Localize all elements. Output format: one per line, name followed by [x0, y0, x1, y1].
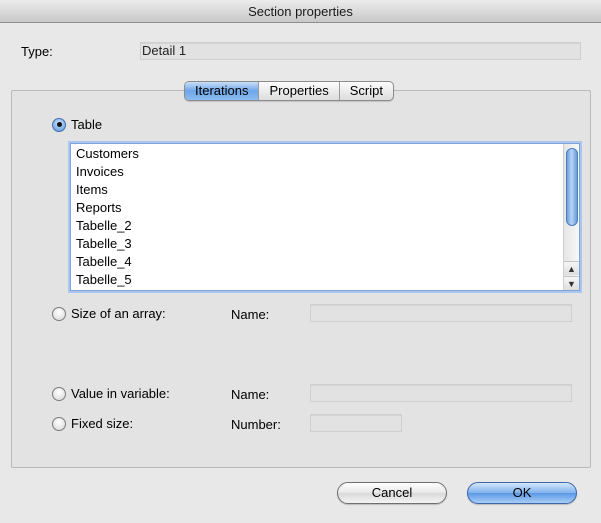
ok-button[interactable]: OK [467, 482, 577, 504]
tab-bar: Iterations Properties Script [184, 81, 394, 101]
array-radio-button[interactable] [52, 306, 66, 321]
list-item[interactable]: Items [71, 181, 563, 199]
cancel-button[interactable]: Cancel [337, 482, 447, 504]
tab-iterations[interactable]: Iterations [185, 82, 259, 100]
variable-radio-label: Value in variable: [71, 386, 170, 401]
array-name-label: Name: [231, 307, 270, 322]
table-radio-button[interactable] [52, 117, 66, 132]
scroll-down-arrow-icon[interactable]: ▼ [564, 276, 579, 290]
list-item[interactable]: Invoices [71, 163, 563, 181]
scroll-up-arrow-icon[interactable]: ▲ [564, 261, 579, 275]
list-scrollbar[interactable]: ▲ ▼ [563, 144, 579, 290]
list-item[interactable]: Tabelle_5 [71, 271, 563, 289]
fixed-size-radio-option[interactable]: Fixed size: [52, 416, 133, 431]
type-field: Detail 1 [140, 42, 581, 60]
variable-radio-button[interactable] [52, 386, 66, 401]
window-title: Section properties [248, 4, 353, 19]
array-radio-label: Size of an array: [71, 306, 166, 321]
table-list-items: Customers Invoices Items Reports Tabelle… [71, 144, 563, 290]
list-item[interactable]: Tabelle_2 [71, 217, 563, 235]
list-item[interactable]: Tabelle_4 [71, 253, 563, 271]
dialog-body: Type: Detail 1 Iterations Properties Scr… [0, 23, 601, 523]
array-radio-option[interactable]: Size of an array: [52, 306, 166, 321]
table-radio-label: Table [71, 117, 103, 132]
table-list[interactable]: Customers Invoices Items Reports Tabelle… [70, 143, 580, 291]
list-item[interactable]: Tabelle_3 [71, 235, 563, 253]
fixed-size-radio-label: Fixed size: [71, 416, 134, 431]
tab-script[interactable]: Script [338, 82, 393, 100]
array-name-field[interactable] [310, 304, 572, 322]
fixed-size-radio-button[interactable] [52, 416, 66, 431]
window-title-bar[interactable]: Section properties [0, 0, 601, 23]
table-radio-option[interactable]: Table [52, 117, 102, 132]
scrollbar-thumb[interactable] [566, 148, 578, 226]
variable-radio-option[interactable]: Value in variable: [52, 386, 170, 401]
type-label: Type: [21, 44, 53, 59]
tab-properties[interactable]: Properties [258, 82, 338, 100]
fixed-size-number-field[interactable] [310, 414, 402, 432]
fixed-size-number-label: Number: [231, 417, 281, 432]
radio-dot-icon [56, 122, 62, 127]
list-item[interactable]: Customers [71, 145, 563, 163]
variable-name-label: Name: [231, 387, 270, 402]
variable-name-field[interactable] [310, 384, 572, 402]
list-item[interactable]: Reports [71, 199, 563, 217]
